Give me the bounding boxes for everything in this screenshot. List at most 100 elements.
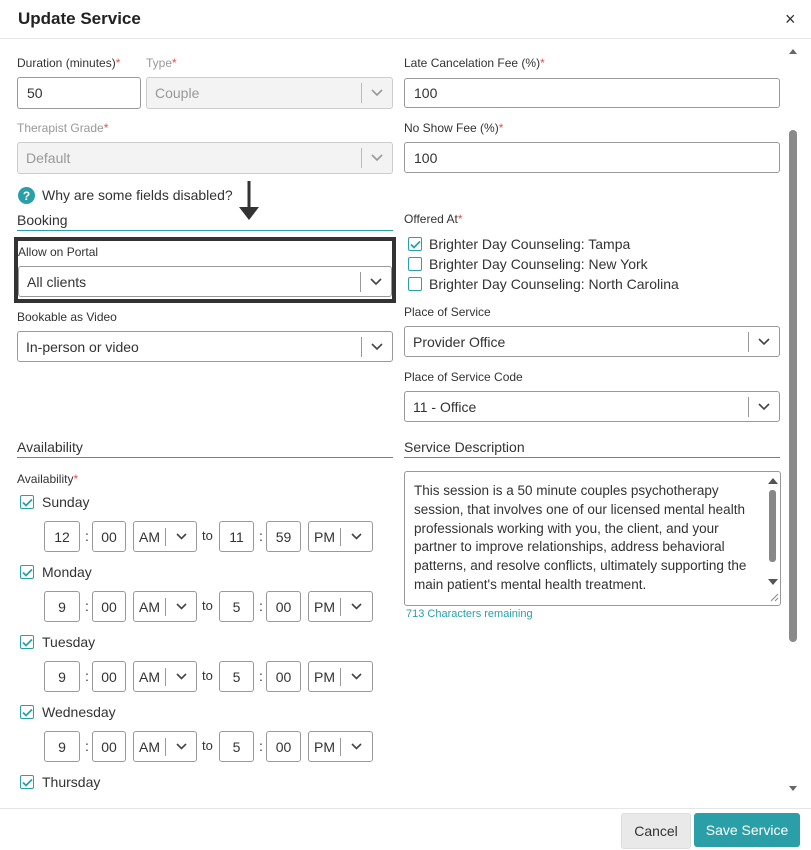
place-code-value: 11 - Office — [413, 398, 477, 415]
late-fee-input[interactable]: 100 — [404, 78, 780, 108]
start-hour-input[interactable]: 12 — [44, 521, 80, 552]
location-checkbox-new-york[interactable] — [408, 257, 422, 271]
checkmark-icon — [21, 708, 33, 717]
day-checkbox-sunday[interactable] — [20, 495, 34, 509]
scroll-down-icon[interactable] — [768, 579, 778, 586]
start-hour-input[interactable]: 9 — [44, 661, 80, 692]
end-minute-input[interactable]: 00 — [266, 661, 301, 692]
place-of-service-value: Provider Office — [413, 333, 506, 350]
start-minute-input[interactable]: 00 — [92, 521, 126, 552]
end-ampm-select[interactable]: PM — [308, 661, 373, 692]
start-ampm-select[interactable]: AM — [133, 661, 197, 692]
day-checkbox-tuesday[interactable] — [20, 635, 34, 649]
no-show-label: No Show Fee (%)* — [404, 121, 504, 135]
duration-input[interactable]: 50 — [17, 77, 141, 109]
resize-grip-icon[interactable] — [769, 592, 779, 602]
dialog-scrollbar[interactable] — [787, 40, 799, 808]
availability-section-title: Availability — [17, 439, 393, 458]
checkmark-icon — [21, 778, 33, 787]
no-show-input[interactable]: 100 — [404, 142, 780, 173]
day-checkbox-monday[interactable] — [20, 565, 34, 579]
time-colon: : — [85, 738, 89, 754]
end-hour-input[interactable]: 5 — [219, 731, 254, 762]
help-link[interactable]: Why are some fields disabled? — [42, 187, 233, 203]
to-label: to — [202, 528, 213, 543]
location-checkbox-north-carolina[interactable] — [408, 277, 422, 291]
offered-at-label: Offered At* — [404, 212, 463, 226]
checkmark-icon — [21, 498, 33, 507]
chevron-down-icon — [341, 743, 372, 750]
cancel-button[interactable]: Cancel — [621, 813, 691, 849]
duration-label: Duration (minutes)* — [17, 56, 121, 70]
close-icon[interactable]: × — [785, 9, 796, 30]
description-text: This session is a 50 minute couples psyc… — [414, 483, 747, 592]
start-minute-input[interactable]: 00 — [92, 591, 126, 622]
start-minute-input[interactable]: 00 — [92, 731, 126, 762]
time-colon: : — [259, 668, 263, 684]
start-ampm-select[interactable]: AM — [133, 521, 197, 552]
time-colon: : — [259, 598, 263, 614]
scroll-up-icon[interactable] — [789, 48, 797, 54]
start-ampm-select[interactable]: AM — [133, 591, 197, 622]
chevron-down-icon — [749, 402, 779, 411]
save-service-button[interactable]: Save Service — [694, 813, 800, 847]
end-hour-input[interactable]: 5 — [219, 661, 254, 692]
description-section-title: Service Description — [404, 439, 780, 458]
day-checkbox-thursday[interactable] — [20, 775, 34, 789]
textarea-scroll-thumb[interactable] — [769, 490, 776, 562]
start-hour-input[interactable]: 9 — [44, 731, 80, 762]
end-hour-input[interactable]: 5 — [219, 591, 254, 622]
help-icon[interactable]: ? — [18, 187, 35, 204]
day-label-sunday: Sunday — [42, 494, 90, 510]
place-code-label: Place of Service Code — [404, 370, 523, 384]
day-checkbox-wednesday[interactable] — [20, 705, 34, 719]
allow-portal-select[interactable]: All clients — [18, 266, 392, 297]
start-minute-input[interactable]: 00 — [92, 661, 126, 692]
textarea-scrollbar[interactable] — [766, 473, 780, 604]
allow-portal-label: Allow on Portal — [18, 245, 99, 259]
type-select-value: Couple — [155, 85, 200, 101]
day-label-thursday: Thursday — [42, 774, 101, 790]
type-select[interactable]: Couple — [146, 77, 393, 109]
description-textarea[interactable]: This session is a 50 minute couples psyc… — [404, 471, 781, 606]
checkmark-icon — [21, 568, 33, 577]
therapist-grade-label: Therapist Grade* — [17, 121, 109, 135]
bookable-video-select[interactable]: In-person or video — [17, 331, 393, 362]
end-minute-input[interactable]: 59 — [266, 521, 301, 552]
location-checkbox-tampa[interactable] — [408, 237, 422, 251]
ampm-value: AM — [139, 668, 160, 685]
bookable-video-value: In-person or video — [26, 338, 139, 355]
chevron-down-icon — [362, 342, 392, 351]
start-ampm-select[interactable]: AM — [133, 731, 197, 762]
time-colon: : — [259, 528, 263, 544]
checkmark-icon — [409, 240, 421, 249]
place-code-select[interactable]: 11 - Office — [404, 391, 780, 422]
late-fee-label: Late Cancelation Fee (%)* — [404, 56, 545, 70]
therapist-grade-select[interactable]: Default — [17, 142, 393, 174]
start-hour-input[interactable]: 9 — [44, 591, 80, 622]
checkmark-icon — [21, 638, 33, 647]
dialog-scroll-thumb[interactable] — [789, 130, 797, 642]
chevron-down-icon — [341, 603, 372, 610]
end-ampm-select[interactable]: PM — [308, 521, 373, 552]
scroll-up-icon[interactable] — [768, 477, 778, 484]
end-minute-input[interactable]: 00 — [266, 731, 301, 762]
day-label-monday: Monday — [42, 564, 92, 580]
location-label-new-york: Brighter Day Counseling: New York — [429, 256, 648, 272]
end-hour-input[interactable]: 11 — [219, 521, 254, 552]
end-minute-input[interactable]: 00 — [266, 591, 301, 622]
time-colon: : — [85, 598, 89, 614]
bookable-video-label: Bookable as Video — [17, 310, 117, 324]
chevron-down-icon — [166, 533, 196, 540]
time-colon: : — [85, 668, 89, 684]
end-ampm-select[interactable]: PM — [308, 731, 373, 762]
scroll-down-icon[interactable] — [789, 786, 797, 792]
allow-portal-value: All clients — [27, 273, 87, 290]
ampm-value: PM — [314, 668, 335, 685]
end-ampm-select[interactable]: PM — [308, 591, 373, 622]
booking-section-title: Booking — [17, 212, 393, 231]
place-of-service-select[interactable]: Provider Office — [404, 326, 780, 357]
therapist-grade-value: Default — [26, 150, 71, 166]
availability-label: Availability* — [17, 472, 79, 486]
chevron-down-icon — [166, 673, 196, 680]
